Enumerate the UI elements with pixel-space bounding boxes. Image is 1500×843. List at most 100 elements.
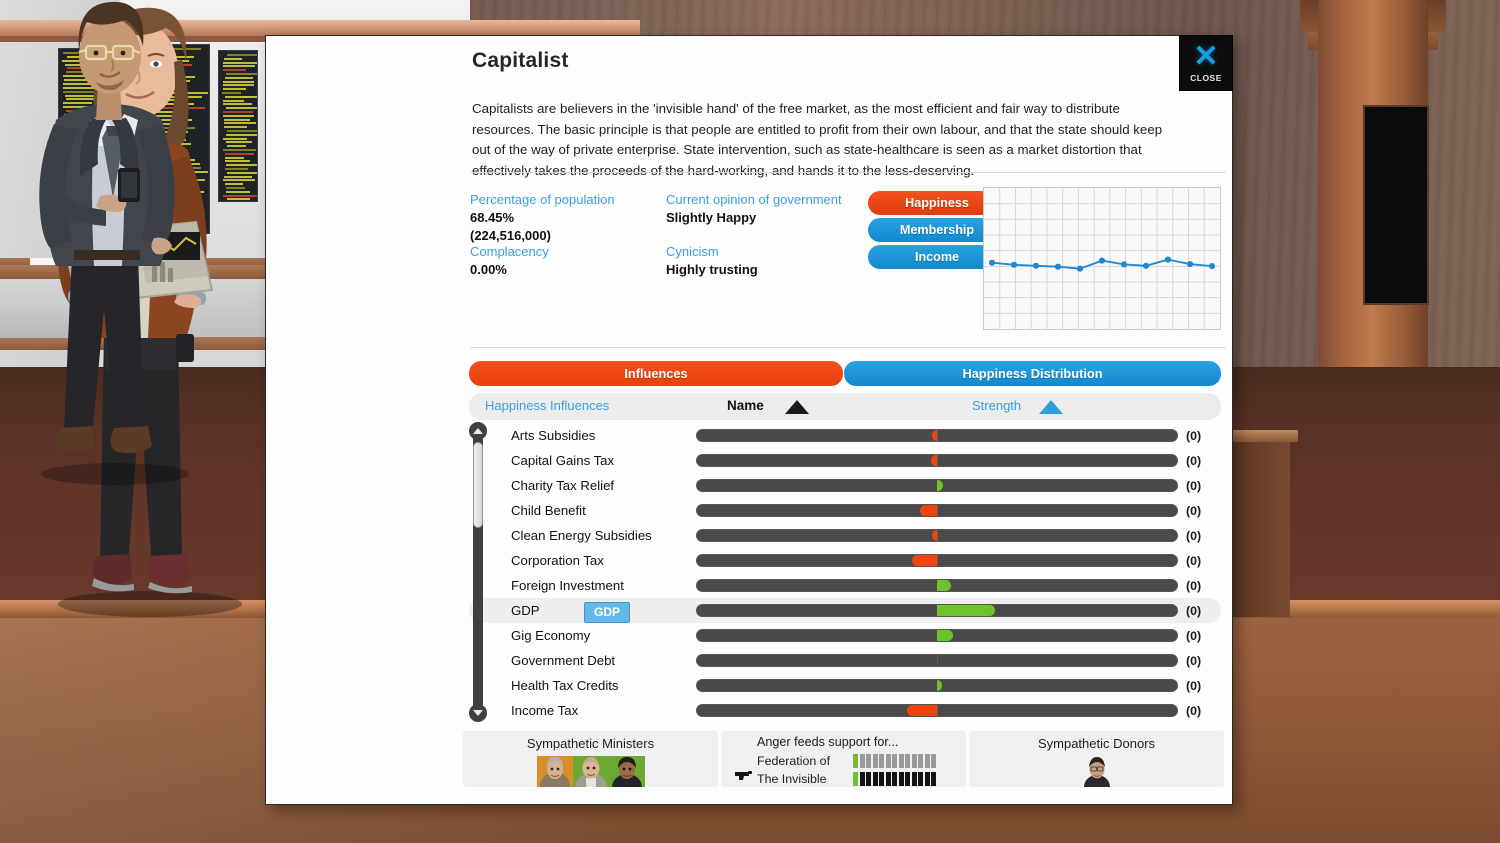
donor-portrait[interactable] xyxy=(1080,756,1114,787)
graph-data-point xyxy=(1187,261,1193,267)
podium-top xyxy=(1222,430,1298,442)
sort-strength-ascending-icon[interactable] xyxy=(1039,400,1063,414)
complacency-label: Complacency xyxy=(470,244,549,259)
history-graph xyxy=(983,187,1221,330)
tab-influences[interactable]: Influences xyxy=(469,361,843,386)
influence-name: Health Tax Credits xyxy=(511,678,619,693)
meter-segment xyxy=(931,754,936,768)
bar-center-marker xyxy=(937,455,938,466)
table-row[interactable]: Government Debt (0) xyxy=(469,648,1221,673)
news-board-column xyxy=(1363,105,1429,305)
meter-segment xyxy=(925,754,930,768)
table-row[interactable]: Child Benefit (0) xyxy=(469,498,1221,523)
table-row[interactable]: Clean Energy Subsidies (0) xyxy=(469,523,1221,548)
bar-center-marker xyxy=(937,430,938,441)
population-value: 68.45% xyxy=(470,210,514,225)
influence-value: (0) xyxy=(1186,429,1201,443)
sort-by-strength[interactable]: Strength xyxy=(972,398,1021,413)
table-row[interactable]: GDP (0) GDP xyxy=(469,598,1221,623)
tab-happiness-distribution[interactable]: Happiness Distribution xyxy=(844,361,1221,386)
sympathetic-ministers-panel[interactable]: Sympathetic Ministers xyxy=(463,731,718,787)
anger-group-row[interactable]: The Invisible xyxy=(757,770,936,787)
graph-data-point xyxy=(989,260,995,266)
meter-segment xyxy=(931,772,936,786)
scroll-down-button[interactable] xyxy=(469,704,487,722)
chevron-down-icon xyxy=(473,710,483,716)
influence-strength-fill xyxy=(932,530,937,541)
table-row[interactable]: Corporation Tax (0) xyxy=(469,548,1221,573)
influence-strength-fill xyxy=(937,480,943,491)
influence-strength-fill xyxy=(937,630,953,641)
influences-list: Arts Subsidies (0) Capital Gains Tax (0) Cha… xyxy=(469,423,1221,726)
sort-by-name[interactable]: Name xyxy=(727,398,764,413)
influence-value: (0) xyxy=(1186,654,1201,668)
close-label: CLOSE xyxy=(1190,73,1222,83)
anger-group-row[interactable]: Federation of xyxy=(757,752,936,769)
graph-data-point xyxy=(1055,264,1061,270)
sort-name-ascending-icon[interactable] xyxy=(785,400,809,414)
graph-data-point xyxy=(1209,263,1215,269)
influence-strength-fill xyxy=(920,505,937,516)
influence-value: (0) xyxy=(1186,504,1201,518)
influence-name: Capital Gains Tax xyxy=(511,453,614,468)
influence-name: Income Tax xyxy=(511,703,578,718)
meter-segment xyxy=(905,772,910,786)
influence-strength-bar xyxy=(696,654,1178,667)
influence-value: (0) xyxy=(1186,604,1201,618)
donor-portrait-strip[interactable] xyxy=(1080,756,1114,787)
influence-value: (0) xyxy=(1186,529,1201,543)
table-row[interactable]: Capital Gains Tax (0) xyxy=(469,448,1221,473)
influence-strength-bar xyxy=(696,529,1178,542)
table-row[interactable]: Health Tax Credits (0) xyxy=(469,673,1221,698)
minister-portrait[interactable] xyxy=(609,756,645,787)
influence-strength-fill xyxy=(937,605,995,616)
influence-strength-bar xyxy=(696,679,1178,692)
scroll-up-button[interactable] xyxy=(469,422,487,440)
anger-support-panel[interactable]: Anger feeds support for... Federation of… xyxy=(721,731,966,787)
minister-portrait[interactable] xyxy=(573,756,609,787)
influences-scrollbar[interactable] xyxy=(469,422,487,722)
sympathetic-donors-panel[interactable]: Sympathetic Donors xyxy=(969,731,1224,787)
population-label: Percentage of population xyxy=(470,192,615,207)
close-button[interactable]: ✕ CLOSE xyxy=(1179,35,1233,91)
graph-data-point xyxy=(1143,263,1149,269)
anger-group-meter xyxy=(853,772,936,786)
history-graph-svg xyxy=(984,188,1220,329)
table-row[interactable]: Gig Economy (0) xyxy=(469,623,1221,648)
minister-portrait[interactable] xyxy=(537,756,573,787)
scrollbar-thumb[interactable] xyxy=(473,442,483,528)
graph-data-point xyxy=(1077,266,1083,272)
graph-data-point xyxy=(1011,262,1017,268)
bar-center-marker xyxy=(937,505,938,516)
influence-name: Foreign Investment xyxy=(511,578,624,593)
meter-segment xyxy=(866,754,871,768)
influence-name: GDP xyxy=(511,603,540,618)
complacency-value: 0.00% xyxy=(470,262,507,277)
meter-segment xyxy=(853,754,858,768)
table-row[interactable]: Charity Tax Relief (0) xyxy=(469,473,1221,498)
podium xyxy=(1230,437,1290,617)
graph-data-point xyxy=(1099,258,1105,264)
meter-segment xyxy=(860,772,865,786)
tab-happiness-distribution-label: Happiness Distribution xyxy=(962,366,1102,381)
cynicism-label: Cynicism xyxy=(666,244,719,259)
table-row[interactable]: Foreign Investment (0) xyxy=(469,573,1221,598)
graph-data-point xyxy=(1165,257,1171,263)
sympathetic-ministers-title: Sympathetic Ministers xyxy=(463,736,718,751)
minister-portrait-strip[interactable] xyxy=(537,756,645,787)
opinion-label: Current opinion of government xyxy=(666,192,842,207)
influence-strength-bar xyxy=(696,579,1178,592)
meter-segment xyxy=(899,754,904,768)
graph-mode-income-label: Income xyxy=(915,250,959,264)
population-count: (224,516,000) xyxy=(470,228,551,243)
influence-strength-bar xyxy=(696,454,1178,467)
meter-segment xyxy=(853,772,858,786)
influence-value: (0) xyxy=(1186,554,1201,568)
table-row[interactable]: Income Tax (0) xyxy=(469,698,1221,723)
influence-value: (0) xyxy=(1186,679,1201,693)
meter-segment xyxy=(879,754,884,768)
influence-strength-fill xyxy=(937,680,942,691)
table-row[interactable]: Arts Subsidies (0) xyxy=(469,423,1221,448)
graph-data-point xyxy=(1121,261,1127,267)
influence-strength-bar xyxy=(696,629,1178,642)
